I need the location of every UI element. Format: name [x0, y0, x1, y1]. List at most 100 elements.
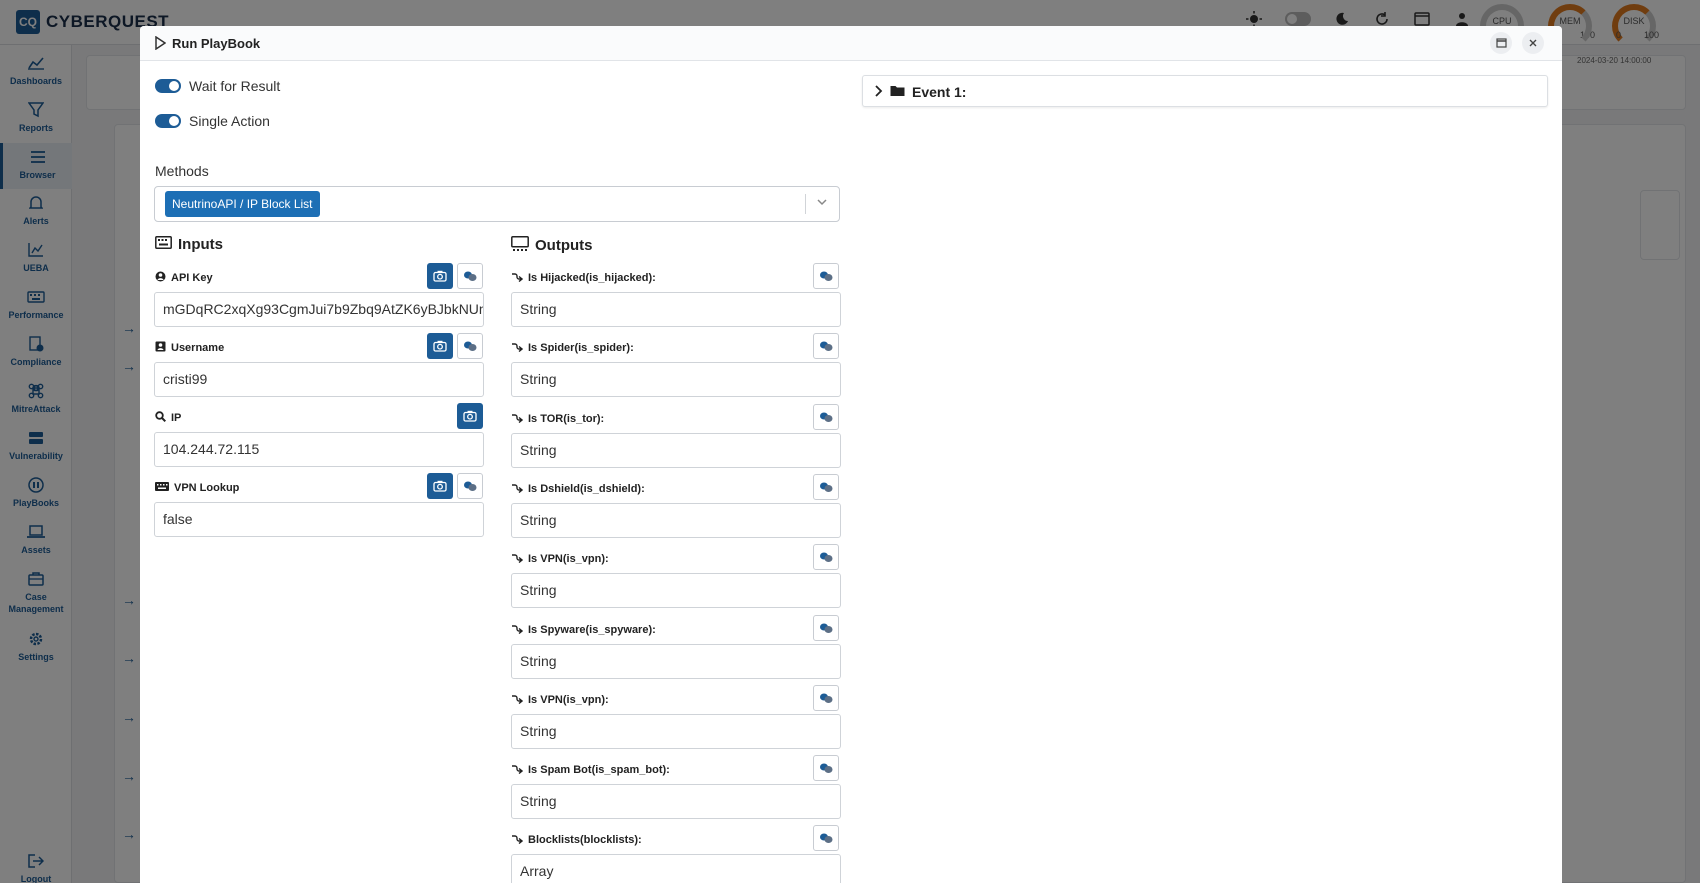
output-label: Blocklists(blocklists): [511, 833, 642, 847]
output-label: Is Hijacked(is_hijacked): [511, 271, 656, 285]
username-label: Username [155, 341, 224, 355]
variable-button[interactable] [813, 614, 839, 641]
capture-button[interactable] [427, 263, 453, 289]
output-type-input[interactable]: String [511, 362, 841, 398]
api-key-label-text: API Key [171, 272, 213, 284]
inputs-header: Inputs [155, 236, 223, 253]
link-variable-icon [820, 271, 833, 281]
username-label-text: Username [171, 342, 225, 354]
link-variable-icon [820, 693, 833, 703]
camera-icon [433, 480, 447, 492]
output-label-text: Is Spam Bot(is_spam_bot): [528, 764, 670, 777]
vpn-lookup-label-text: VPN Lookup [174, 482, 240, 494]
variable-button[interactable] [457, 473, 483, 499]
variable-button[interactable] [813, 825, 839, 852]
output-label: Is VPN(is_vpn): [511, 552, 609, 566]
capture-button[interactable] [457, 403, 483, 429]
ip-input[interactable]: 104.244.72.115 [154, 432, 484, 467]
variable-button[interactable] [457, 333, 483, 359]
link-arrow-icon [511, 833, 524, 847]
output-label-text: Is VPN(is_vpn): [528, 553, 609, 566]
link-variable-icon [464, 341, 477, 351]
variable-button[interactable] [813, 403, 839, 430]
link-arrow-icon [511, 341, 524, 355]
output-type-input[interactable]: String [511, 292, 841, 327]
close-button[interactable] [1522, 32, 1544, 54]
variable-button[interactable] [813, 333, 839, 360]
username-input[interactable]: cristi99 [154, 362, 484, 397]
camera-icon [433, 340, 447, 352]
window-maximize-icon [1495, 38, 1507, 48]
output-type-input[interactable]: String [511, 432, 841, 468]
variable-button[interactable] [813, 684, 839, 711]
chevron-right-icon[interactable] [873, 84, 883, 103]
wait-for-result-row: Wait for Result [155, 78, 280, 94]
single-action-label: Single Action [189, 113, 270, 129]
run-playbook-modal: Run PlayBook Wait for Result Single Acti… [140, 26, 1562, 883]
output-type-input[interactable]: String [511, 502, 841, 538]
capture-button[interactable] [427, 473, 453, 499]
link-variable-icon [820, 763, 833, 774]
link-variable-icon [820, 482, 833, 492]
folder-icon [890, 84, 905, 102]
maximize-button[interactable] [1490, 32, 1512, 54]
link-variable-icon [464, 481, 477, 491]
play-icon [154, 35, 167, 55]
camera-icon [433, 270, 447, 282]
output-label: Is VPN(is_vpn): [511, 693, 609, 707]
output-type-input[interactable]: String [511, 713, 841, 749]
vpn-lookup-input[interactable]: false [154, 502, 484, 537]
modal-header: Run PlayBook [140, 26, 1562, 61]
close-icon [1529, 39, 1537, 47]
api-key-label: API Key [155, 271, 213, 285]
variable-button[interactable] [813, 263, 839, 289]
wait-for-result-toggle[interactable] [155, 79, 181, 93]
link-arrow-icon [511, 412, 524, 426]
link-variable-icon [464, 271, 477, 281]
output-label-text: Blocklists(blocklists): [528, 834, 642, 847]
link-arrow-icon [511, 623, 524, 637]
output-type-input[interactable]: String [511, 643, 841, 679]
output-label: Is Spyware(is_spyware): [511, 623, 656, 637]
event-accordion[interactable]: Event 1: [862, 75, 1548, 107]
output-label-text: Is Spyware(is_spyware): [528, 623, 656, 636]
output-type-input[interactable]: String [511, 784, 841, 820]
variable-button[interactable] [813, 544, 839, 571]
link-arrow-icon [511, 271, 524, 285]
methods-label: Methods [155, 163, 209, 179]
capture-button[interactable] [427, 333, 453, 359]
output-label: Is TOR(is_tor): [511, 412, 604, 426]
output-label-text: Is Dshield(is_dshield): [528, 482, 645, 495]
monitor-icon [511, 236, 529, 255]
select-divider [805, 194, 806, 214]
method-chip[interactable]: NeutrinoAPI / IP Block List [165, 191, 320, 217]
api-key-input[interactable]: mGDqRC2xqXg93CgmJui7b9Zbq9AtZK6yBJbkNUm [154, 292, 484, 327]
variable-button[interactable] [813, 755, 839, 782]
link-variable-icon [820, 833, 833, 844]
search-icon [155, 411, 167, 425]
single-action-toggle[interactable] [155, 114, 181, 128]
output-label: Is Spam Bot(is_spam_bot): [511, 763, 670, 777]
output-type-input[interactable]: Array [511, 854, 841, 883]
output-label: Is Dshield(is_dshield): [511, 482, 645, 496]
vpn-lookup-label: VPN Lookup [155, 482, 239, 494]
camera-icon [463, 410, 477, 422]
chevron-down-icon[interactable] [815, 195, 829, 214]
variable-button[interactable] [813, 473, 839, 500]
link-variable-icon [820, 412, 833, 422]
modal-title: Run PlayBook [172, 36, 261, 51]
wait-for-result-label: Wait for Result [189, 78, 281, 94]
ip-label-text: IP [171, 412, 182, 424]
inputs-title: Inputs [178, 236, 223, 253]
methods-select[interactable]: NeutrinoAPI / IP Block List [154, 186, 840, 222]
output-type-input[interactable]: String [511, 573, 841, 609]
output-label-text: Is Spider(is_spider): [528, 342, 634, 355]
single-action-row: Single Action [155, 113, 270, 129]
variable-button[interactable] [457, 263, 483, 289]
id-card-icon [155, 341, 166, 355]
link-arrow-icon [511, 693, 524, 707]
output-label-text: Is VPN(is_vpn): [528, 693, 609, 706]
link-arrow-icon [511, 552, 524, 566]
keyboard-icon [155, 482, 169, 494]
link-variable-icon [820, 552, 833, 563]
